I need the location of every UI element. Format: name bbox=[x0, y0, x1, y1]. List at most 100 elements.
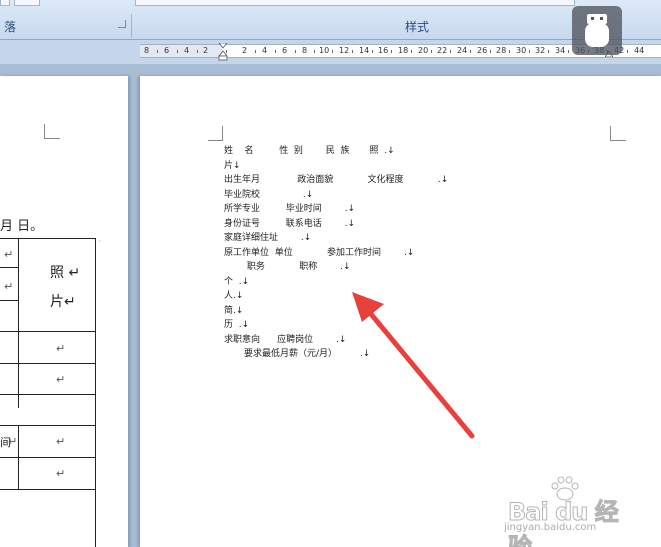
paragraph-group-label: 落 bbox=[4, 20, 17, 34]
ruler-number: 2 bbox=[203, 46, 209, 55]
ruler-number: 14 bbox=[359, 46, 370, 55]
date-label: 月 日。 bbox=[0, 219, 44, 234]
ruler-margin-zone bbox=[140, 45, 222, 57]
ruler-tick bbox=[255, 50, 256, 53]
ruler-tick bbox=[332, 50, 333, 53]
table-line bbox=[0, 457, 96, 458]
ruler-tick bbox=[157, 50, 158, 53]
ruler-number: 32 bbox=[535, 46, 546, 55]
document-line[interactable]: 家庭详细住址 .↓ bbox=[224, 233, 311, 244]
document-line[interactable]: 人.↓ bbox=[224, 291, 243, 302]
crop-mark bbox=[208, 140, 223, 141]
form-table: ↵ ↵ 照 ↵ 片↵ ↵ ↵ 间 ↵ ↵ ↵ bbox=[0, 238, 96, 547]
ruler-number: 30 bbox=[516, 46, 527, 55]
ruler-number: 20 bbox=[418, 46, 429, 55]
document-line[interactable]: 简.↓ bbox=[224, 306, 243, 317]
crop-mark bbox=[44, 124, 45, 138]
document-line[interactable]: 所学专业 毕业时间 .↓ bbox=[224, 204, 355, 215]
dialog-launcher-icon[interactable] bbox=[118, 20, 126, 28]
cell-mark: ↵ bbox=[4, 280, 14, 293]
previous-page: 月 日。 ↵ ↵ 照 ↵ 片↵ ↵ ↵ 间 ↵ ↵ ↵ ˙ bbox=[0, 76, 128, 547]
ruler-number: 18 bbox=[398, 46, 409, 55]
styles-group-label: 样式 bbox=[405, 20, 430, 34]
row-end-mark: ˙ bbox=[98, 240, 102, 248]
ruler-number: 10 bbox=[319, 46, 330, 55]
annotation-arrow-icon bbox=[352, 292, 475, 439]
ruler-number: 6 bbox=[282, 46, 288, 55]
ruler-number: 44 bbox=[634, 46, 645, 55]
ruler-number: 4 bbox=[262, 46, 268, 55]
ruler-tick bbox=[275, 50, 276, 53]
cell-mark: ↵ bbox=[56, 435, 66, 448]
style-gallery-stub[interactable] bbox=[135, 0, 575, 6]
ruler-number: 34 bbox=[555, 46, 566, 55]
ruler-number: 4 bbox=[184, 46, 190, 55]
ruler-tick bbox=[548, 50, 549, 53]
ruler-tick bbox=[431, 50, 432, 53]
table-line bbox=[0, 267, 18, 268]
table-line bbox=[0, 489, 96, 490]
usb-device-button[interactable] bbox=[572, 6, 622, 55]
watermark-brand: Bai du 经验 bbox=[508, 498, 620, 547]
ruler-number: 6 bbox=[164, 46, 170, 55]
crop-mark bbox=[44, 138, 60, 139]
cell-mark: ↵ bbox=[4, 248, 14, 261]
ruler-number: 24 bbox=[457, 46, 468, 55]
document-line[interactable]: 身份证号 联系电话 .↓ bbox=[224, 219, 355, 230]
baidu-watermark: Bai du 经验 jingyan.baidu.com bbox=[504, 472, 634, 547]
document-line[interactable]: 原工作单位 单位 参加工作时间 .↓ bbox=[224, 248, 414, 259]
table-line bbox=[0, 300, 18, 301]
document-line[interactable]: 毕业院校 .↓ bbox=[224, 190, 313, 201]
cell-mark: ↵ bbox=[56, 467, 66, 480]
ruler-number: 22 bbox=[437, 46, 448, 55]
ribbon-button-stub[interactable] bbox=[14, 0, 40, 6]
paragraph-group: 落 bbox=[0, 14, 132, 38]
document-line[interactable]: 姓 名 性 别 民 族 照 .↓ bbox=[224, 146, 395, 157]
ruler-tick bbox=[470, 50, 471, 53]
ruler-number: 26 bbox=[477, 46, 488, 55]
ruler-tick bbox=[411, 50, 412, 53]
document-line[interactable]: 历 .↓ bbox=[224, 320, 249, 331]
ruler-tick bbox=[197, 50, 198, 53]
document-line[interactable]: 职务 职称 .↓ bbox=[224, 262, 351, 273]
ribbon-button-stub[interactable] bbox=[0, 0, 10, 6]
ribbon: 落 样式 bbox=[0, 0, 661, 40]
ruler-tick bbox=[627, 50, 628, 53]
ruler-number: 8 bbox=[144, 46, 150, 55]
table-line bbox=[0, 363, 96, 364]
ruler-tick bbox=[314, 50, 315, 53]
crop-mark bbox=[222, 126, 223, 140]
cell-mark: ↵ bbox=[8, 435, 18, 448]
document-line[interactable]: 个 .↓ bbox=[224, 277, 249, 288]
document-line[interactable]: 求职意向 应聘岗位 .↓ bbox=[224, 335, 346, 346]
ruler-tick bbox=[568, 50, 569, 53]
ruler-number: 2 bbox=[242, 46, 248, 55]
ruler-tick bbox=[391, 50, 392, 53]
table-line bbox=[0, 394, 96, 395]
table-line bbox=[0, 331, 96, 332]
ruler-number: 28 bbox=[496, 46, 507, 55]
ruler-tick bbox=[352, 50, 353, 53]
ruler-tick bbox=[177, 50, 178, 53]
ruler-tick bbox=[509, 50, 510, 53]
ruler-tick bbox=[295, 50, 296, 53]
watermark-url: jingyan.baidu.com bbox=[504, 522, 597, 533]
ruler-number: 16 bbox=[378, 46, 389, 55]
photo-label-bottom: 片↵ bbox=[50, 294, 76, 310]
ruler-tick bbox=[529, 50, 530, 53]
ruler-tick bbox=[490, 50, 491, 53]
usb-drive-icon bbox=[585, 14, 609, 47]
cell-mark: ↵ bbox=[56, 342, 66, 355]
ruler-tick bbox=[372, 50, 373, 53]
table-line bbox=[18, 239, 19, 408]
indent-marker-icon[interactable] bbox=[218, 43, 228, 61]
ruler-number: 8 bbox=[302, 46, 308, 55]
crop-mark bbox=[610, 140, 626, 141]
photo-label-top: 照 ↵ bbox=[50, 265, 81, 281]
document-line[interactable]: 片↓ bbox=[224, 161, 241, 172]
ruler-number: 12 bbox=[339, 46, 350, 55]
ruler-tick bbox=[450, 50, 451, 53]
table-line bbox=[0, 425, 96, 426]
crop-mark bbox=[610, 126, 611, 140]
document-line[interactable]: 出生年月 政治面貌 文化程度 .↓ bbox=[224, 175, 448, 186]
